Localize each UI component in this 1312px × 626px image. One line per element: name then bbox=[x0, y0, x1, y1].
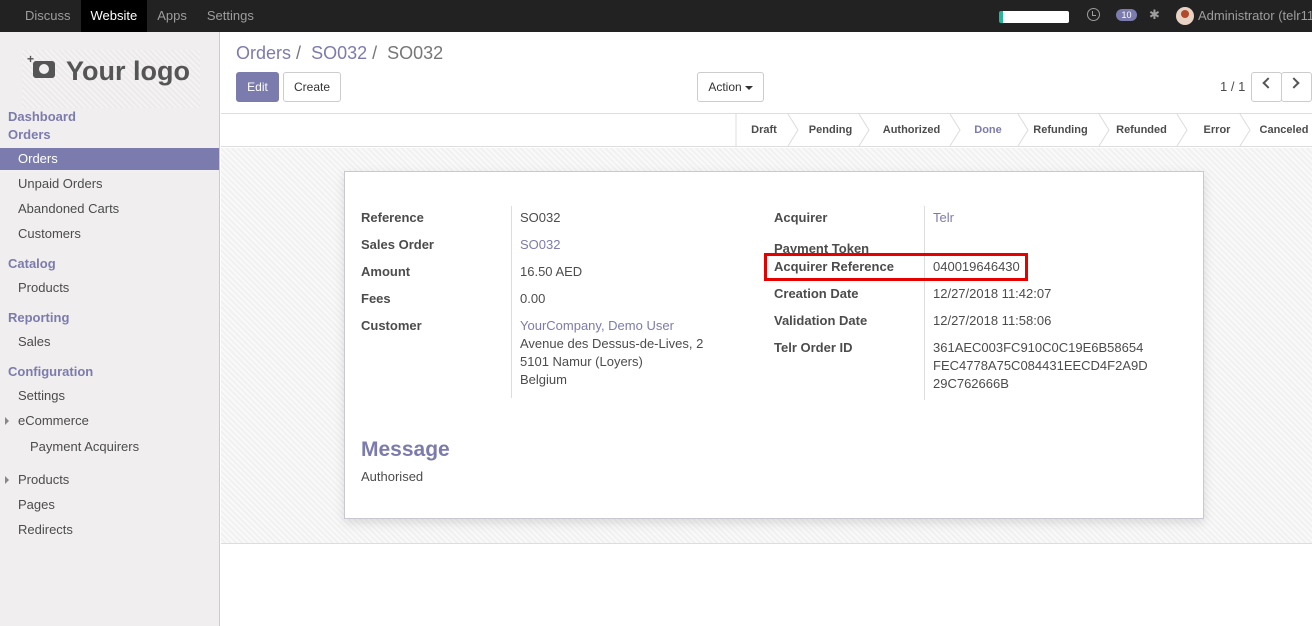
sidebar-section-orders: Orders bbox=[8, 127, 51, 142]
expand-caret-icon[interactable] bbox=[5, 476, 9, 484]
status-bar: Draft Pending Authorized Done Refunding … bbox=[221, 113, 1312, 147]
pager-value[interactable]: 1 / 1 bbox=[1220, 79, 1245, 94]
value-telr-order-id-line: FEC4778A75C084431EECD4F2A9D bbox=[933, 358, 1148, 373]
action-dropdown[interactable]: Action bbox=[697, 72, 764, 102]
logo-text: Your logo bbox=[66, 56, 190, 86]
sidebar-item-redirects[interactable]: Redirects bbox=[18, 522, 73, 537]
sidebar-section-reporting: Reporting bbox=[8, 310, 70, 325]
value-amount: 16.50 AED bbox=[520, 263, 582, 281]
sidebar-section-catalog: Catalog bbox=[8, 256, 56, 271]
message-text: Authorised bbox=[361, 469, 424, 484]
sidebar-section-configuration: Configuration bbox=[8, 364, 94, 379]
company-logo[interactable]: Your logo bbox=[22, 50, 200, 108]
breadcrumb-so032[interactable]: SO032 bbox=[311, 43, 367, 63]
status-done[interactable]: Done bbox=[960, 114, 1016, 146]
breadcrumb: Orders / SO032 / SO032 bbox=[236, 43, 443, 64]
debug-bug-icon[interactable]: ✱ bbox=[1149, 8, 1161, 22]
link-sales-order[interactable]: SO032 bbox=[520, 236, 560, 254]
customer-address-line: Avenue des Dessus-de-Lives, 2 bbox=[520, 336, 704, 351]
value-reference: SO032 bbox=[520, 210, 561, 225]
create-button[interactable]: Create bbox=[283, 72, 341, 102]
sidebar-item-pages[interactable]: Pages bbox=[18, 497, 55, 512]
link-acquirer[interactable]: Telr bbox=[933, 209, 954, 227]
menu-website[interactable]: Website bbox=[80, 0, 148, 32]
sidebar-item-ecommerce[interactable]: eCommerce bbox=[18, 413, 89, 428]
value-telr-order-id-line: 361AEC003FC910C0C19E6B58654 bbox=[933, 340, 1144, 355]
chevron-right-icon bbox=[1288, 77, 1300, 89]
amount-currency: AED bbox=[555, 264, 583, 279]
app-menu: Discuss Website Apps Settings bbox=[15, 0, 264, 32]
sidebar-item-unpaid-orders[interactable]: Unpaid Orders bbox=[18, 176, 103, 191]
breadcrumb-separator: / bbox=[296, 43, 302, 63]
status-pending[interactable]: Pending bbox=[798, 114, 863, 146]
caret-down-icon bbox=[744, 85, 753, 90]
amount-number: 16.50 bbox=[520, 264, 553, 279]
label-acquirer: Acquirer bbox=[774, 210, 828, 225]
chat-badge[interactable]: 10 bbox=[1116, 9, 1137, 21]
status-error[interactable]: Error bbox=[1187, 114, 1247, 146]
field-divider bbox=[511, 206, 512, 398]
chevron-left-icon bbox=[1262, 77, 1274, 89]
next-record-button[interactable] bbox=[1281, 72, 1312, 102]
sidebar-item-customers[interactable]: Customers bbox=[18, 226, 81, 241]
sidebar-item-settings[interactable]: Settings bbox=[18, 388, 65, 403]
highlight-box bbox=[764, 253, 1028, 281]
status-authorized[interactable]: Authorized bbox=[869, 114, 954, 146]
user-avatar[interactable] bbox=[1176, 7, 1194, 25]
sidebar-item-config-products[interactable]: Products bbox=[18, 472, 69, 487]
sidebar-item-orders[interactable]: Orders bbox=[0, 148, 219, 170]
label-amount: Amount bbox=[361, 264, 411, 279]
label-sales-order: Sales Order bbox=[361, 237, 434, 252]
value-fees: 0.00 bbox=[520, 291, 546, 306]
menu-settings[interactable]: Settings bbox=[197, 0, 264, 32]
label-fees: Fees bbox=[361, 291, 391, 306]
status-refunding[interactable]: Refunding bbox=[1028, 114, 1093, 146]
user-menu[interactable]: Administrator (telr11 bbox=[1198, 0, 1312, 32]
link-customer[interactable]: YourCompany, Demo User bbox=[520, 317, 674, 335]
breadcrumb-orders[interactable]: Orders bbox=[236, 43, 291, 63]
previous-record-button[interactable] bbox=[1251, 72, 1282, 102]
breadcrumb-current: SO032 bbox=[387, 43, 444, 63]
breadcrumb-separator: / bbox=[372, 43, 378, 63]
label-creation-date: Creation Date bbox=[774, 286, 859, 301]
status-draft[interactable]: Draft bbox=[736, 114, 792, 146]
status-canceled[interactable]: Canceled bbox=[1256, 114, 1312, 146]
label-telr-order-id: Telr Order ID bbox=[774, 340, 853, 355]
customer-address-line: 5101 Namur (Loyers) bbox=[520, 354, 643, 369]
value-telr-order-id-line: 29C762666B bbox=[933, 376, 1009, 391]
expand-caret-icon[interactable] bbox=[5, 417, 9, 425]
label-customer: Customer bbox=[361, 318, 422, 333]
edit-button[interactable]: Edit bbox=[236, 72, 279, 102]
value-creation-date: 12/27/2018 11:42:07 bbox=[933, 286, 1052, 301]
label-reference: Reference bbox=[361, 210, 424, 225]
status-refunded[interactable]: Refunded bbox=[1109, 114, 1174, 146]
action-label: Action bbox=[708, 80, 742, 94]
sidebar-item-abandoned-carts[interactable]: Abandoned Carts bbox=[18, 201, 119, 216]
sidebar-item-payment-acquirers[interactable]: Payment Acquirers bbox=[30, 439, 139, 454]
camera-icon bbox=[27, 52, 55, 78]
field-divider bbox=[924, 206, 925, 400]
activity-clock-icon[interactable] bbox=[1087, 8, 1100, 21]
sidebar-item-products[interactable]: Products bbox=[18, 280, 69, 295]
message-title: Message bbox=[361, 438, 450, 461]
sidebar-section-dashboard[interactable]: Dashboard bbox=[8, 109, 76, 124]
value-validation-date: 12/27/2018 11:58:06 bbox=[933, 313, 1052, 328]
onboarding-progress-bar[interactable] bbox=[999, 11, 1069, 23]
sidebar-item-sales[interactable]: Sales bbox=[18, 334, 51, 349]
menu-apps[interactable]: Apps bbox=[147, 0, 197, 32]
top-navbar: Discuss Website Apps Settings 10 ✱ Admin… bbox=[0, 0, 1312, 32]
menu-discuss[interactable]: Discuss bbox=[15, 0, 81, 32]
label-validation-date: Validation Date bbox=[774, 313, 868, 328]
customer-address-line: Belgium bbox=[520, 372, 567, 387]
